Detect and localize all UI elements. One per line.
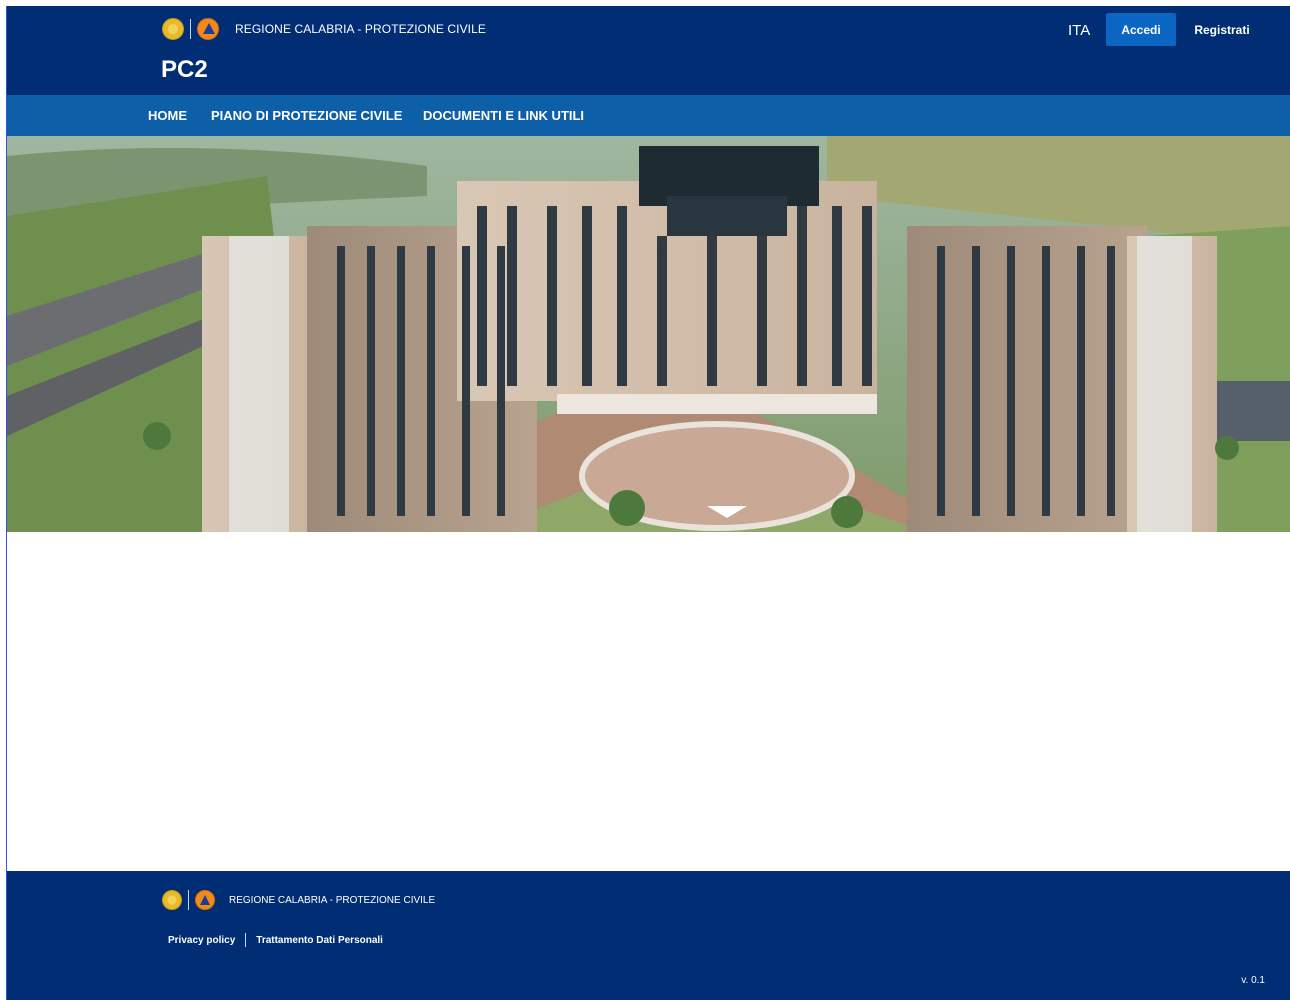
privacy-policy-link[interactable]: Privacy policy — [168, 935, 235, 946]
region-crest-icon — [162, 890, 182, 910]
footer-link-divider — [245, 933, 247, 947]
personal-data-link[interactable]: Trattamento Dati Personali — [256, 935, 383, 946]
nav-item-documents-links[interactable]: DOCUMENTI E LINK UTILI — [423, 108, 584, 123]
page: REGIONE CALABRIA - PROTEZIONE CIVILE PC2… — [6, 6, 1290, 1000]
hero-building-illustration — [7, 136, 1290, 532]
main-nav: HOME PIANO DI PROTEZIONE CIVILE DOCUMENT… — [7, 95, 1290, 136]
civil-protection-logo-icon — [197, 18, 219, 40]
region-crest-icon — [162, 18, 184, 40]
footer-links: Privacy policy Trattamento Dati Personal… — [168, 933, 383, 947]
civil-protection-logo-icon — [195, 890, 215, 910]
app-title[interactable]: PC2 — [161, 56, 208, 84]
brand-text: REGIONE CALABRIA - PROTEZIONE CIVILE — [235, 22, 486, 36]
brand-divider — [190, 19, 191, 39]
footer-brand[interactable]: REGIONE CALABRIA - PROTEZIONE CIVILE — [162, 890, 435, 910]
nav-item-civil-protection-plan[interactable]: PIANO DI PROTEZIONE CIVILE — [211, 108, 402, 123]
language-selector[interactable]: ITA — [1068, 22, 1090, 39]
site-footer: REGIONE CALABRIA - PROTEZIONE CIVILE Pri… — [7, 871, 1290, 1000]
header-brand[interactable]: REGIONE CALABRIA - PROTEZIONE CIVILE — [162, 18, 486, 40]
login-button[interactable]: Accedi — [1106, 13, 1176, 46]
version-label: v. 0.1 — [1241, 975, 1265, 986]
nav-item-home[interactable]: HOME — [148, 108, 187, 123]
register-button[interactable]: Registrati — [1192, 13, 1252, 46]
top-header: REGIONE CALABRIA - PROTEZIONE CIVILE PC2… — [7, 6, 1290, 95]
brand-divider — [188, 890, 189, 910]
footer-brand-text: REGIONE CALABRIA - PROTEZIONE CIVILE — [229, 894, 436, 906]
hero-image — [7, 136, 1290, 532]
